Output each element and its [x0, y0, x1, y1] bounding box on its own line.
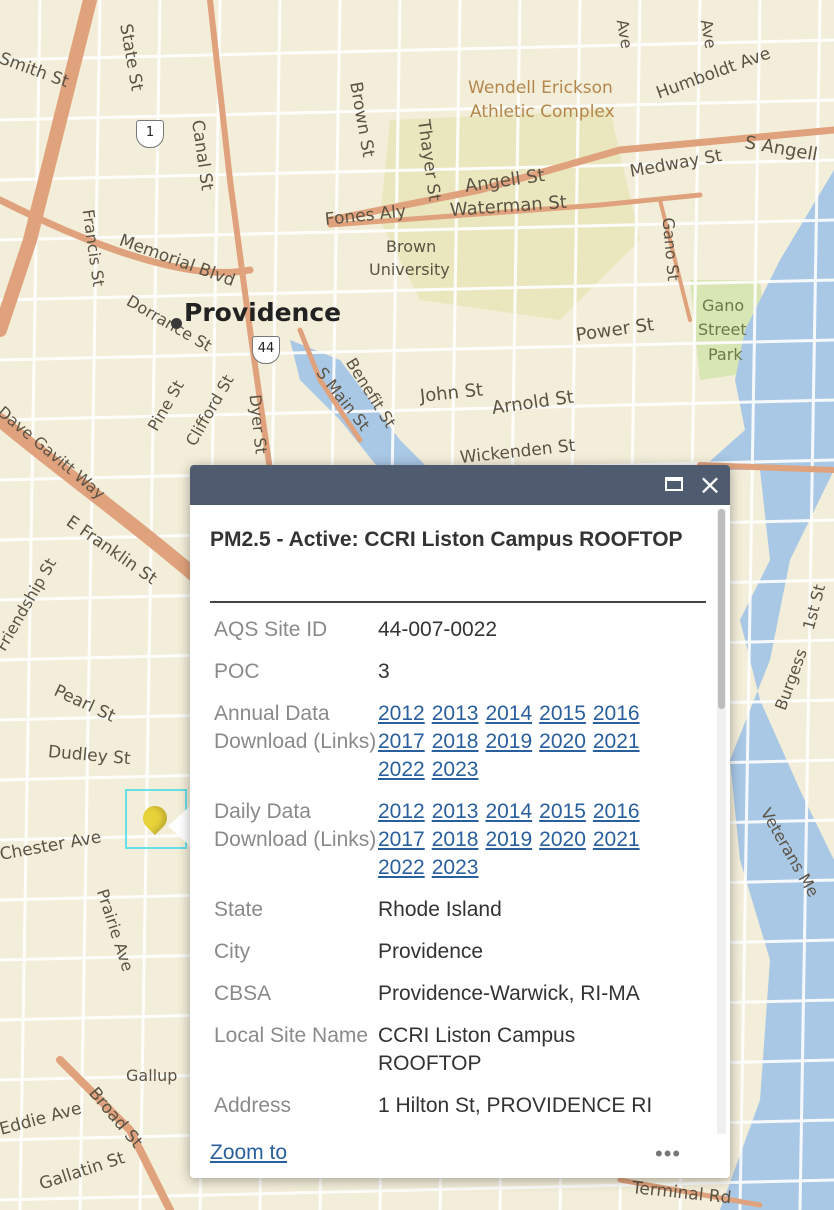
row-local-site-name: Local Site Name CCRI Liston Campus ROOFT…: [214, 1022, 694, 1078]
annual-link-2022[interactable]: 2022: [378, 756, 425, 784]
row-annual-data: Annual Data Download (Links) 2012 2013 2…: [214, 700, 694, 784]
field-value: 1 Hilton St, PROVIDENCE RI: [378, 1094, 653, 1117]
daily-link-2018[interactable]: 2018: [432, 826, 479, 854]
row-daily-data: Daily Data Download (Links) 2012 2013 20…: [214, 798, 694, 882]
label-gano: Gano: [702, 296, 745, 315]
annual-link-2023[interactable]: 2023: [432, 756, 479, 784]
annual-links: 2012 2013 2014 2015 2016 2017 2018 2019 …: [378, 700, 688, 784]
daily-link-2012[interactable]: 2012: [378, 798, 425, 826]
field-value: CCRI Liston Campus ROOFTOP: [378, 1024, 576, 1075]
field-label: Address: [214, 1094, 292, 1117]
daily-link-2014[interactable]: 2014: [485, 798, 532, 826]
route-44-shield: 44: [252, 336, 280, 364]
annual-link-2018[interactable]: 2018: [432, 728, 479, 756]
field-label: State: [214, 898, 264, 921]
maximize-icon[interactable]: [663, 473, 687, 497]
scrollbar-thumb[interactable]: [718, 509, 725, 709]
row-poc: POC 3: [214, 658, 694, 686]
field-value: Providence-Warwick, RI-MA: [378, 982, 640, 1005]
annual-link-2014[interactable]: 2014: [485, 700, 532, 728]
annual-link-2019[interactable]: 2019: [485, 728, 532, 756]
popup-scrollbar[interactable]: [717, 509, 726, 1134]
field-value: Rhode Island: [378, 898, 502, 921]
label-street: Street: [698, 320, 747, 339]
daily-link-2021[interactable]: 2021: [593, 826, 640, 854]
label-university: University: [369, 260, 450, 279]
daily-link-2015[interactable]: 2015: [539, 798, 586, 826]
label-athletic-complex: Athletic Complex: [470, 102, 615, 122]
field-label: AQS Site ID: [214, 618, 328, 641]
daily-link-2013[interactable]: 2013: [432, 798, 479, 826]
field-label: POC: [214, 660, 260, 683]
field-value: Providence: [378, 940, 484, 963]
popup-footer: Zoom to •••: [190, 1133, 730, 1178]
annual-link-2013[interactable]: 2013: [432, 700, 479, 728]
zoom-to-link[interactable]: Zoom to: [210, 1141, 287, 1165]
label-wendell-erickson: Wendell Erickson: [468, 78, 613, 98]
annual-link-2012[interactable]: 2012: [378, 700, 425, 728]
feature-popup: × PM2.5 - Active: CCRI Liston Campus ROO…: [190, 465, 730, 1178]
row-state: State Rhode Island: [214, 896, 694, 924]
row-cbsa: CBSA Providence-Warwick, RI-MA: [214, 980, 694, 1008]
label-gallup: Gallup: [126, 1066, 178, 1085]
popup-title: PM2.5 - Active: CCRI Liston Campus ROOFT…: [210, 528, 683, 551]
field-label: Local Site Name: [214, 1024, 369, 1047]
popup-pointer: [168, 806, 190, 846]
annual-link-2016[interactable]: 2016: [593, 700, 640, 728]
label-brown: Brown: [386, 237, 437, 256]
annual-link-2020[interactable]: 2020: [539, 728, 586, 756]
city-marker: [171, 318, 182, 329]
row-aqs-site-id: AQS Site ID 44-007-0022: [214, 616, 694, 644]
field-value: 44-007-0022: [378, 618, 498, 641]
annual-link-2017[interactable]: 2017: [378, 728, 425, 756]
daily-link-2023[interactable]: 2023: [432, 854, 479, 882]
field-label: Annual Data Download (Links): [214, 702, 377, 753]
more-options-icon[interactable]: •••: [655, 1141, 681, 1167]
route-1-shield: 1: [136, 120, 164, 148]
row-city: City Providence: [214, 938, 694, 966]
daily-link-2019[interactable]: 2019: [485, 826, 532, 854]
daily-link-2022[interactable]: 2022: [378, 854, 425, 882]
field-label: CBSA: [214, 982, 272, 1005]
popup-body[interactable]: PM2.5 - Active: CCRI Liston Campus ROOFT…: [190, 505, 715, 1125]
attribute-table: AQS Site ID 44-007-0022 POC 3 Annual Dat…: [214, 616, 694, 1125]
row-address: Address 1 Hilton St, PROVIDENCE RI: [214, 1092, 694, 1120]
title-divider: [210, 601, 706, 603]
popup-header: ×: [190, 465, 730, 505]
label-park: Park: [708, 345, 743, 364]
daily-link-2017[interactable]: 2017: [378, 826, 425, 854]
field-label: City: [214, 940, 251, 963]
field-value: 3: [378, 660, 390, 683]
city-label: Providence: [184, 298, 342, 327]
daily-link-2020[interactable]: 2020: [539, 826, 586, 854]
daily-link-2016[interactable]: 2016: [593, 798, 640, 826]
field-label: Daily Data Download (Links): [214, 800, 377, 851]
daily-links: 2012 2013 2014 2015 2016 2017 2018 2019 …: [378, 798, 688, 882]
annual-link-2021[interactable]: 2021: [593, 728, 640, 756]
annual-link-2015[interactable]: 2015: [539, 700, 586, 728]
close-icon[interactable]: ×: [698, 471, 722, 499]
